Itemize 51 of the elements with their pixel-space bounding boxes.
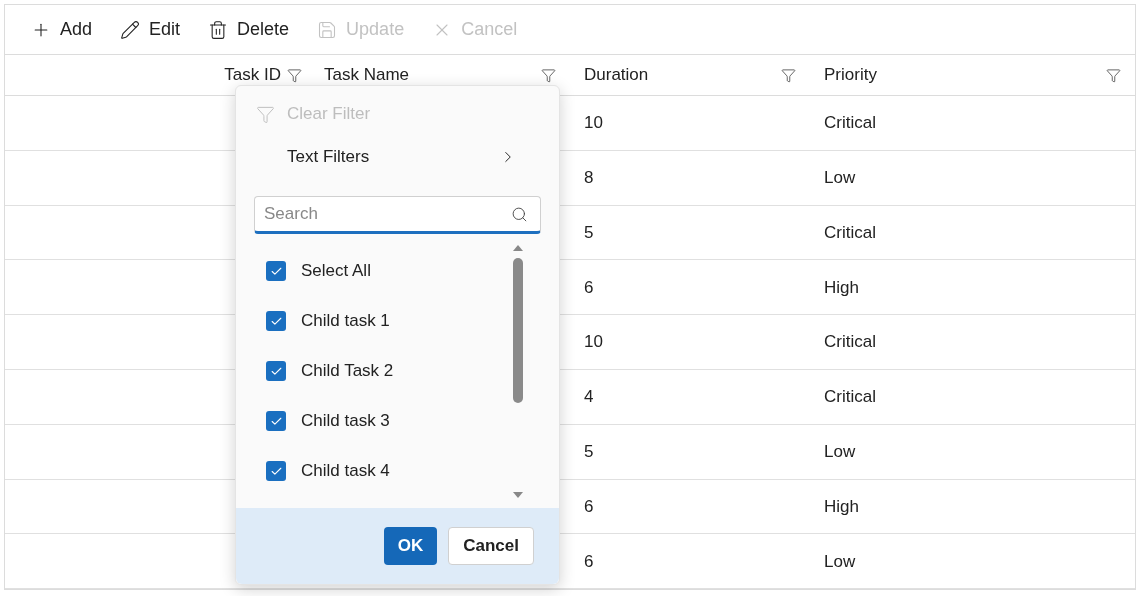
table-cell-text: 6 xyxy=(584,276,594,299)
filter-icon[interactable] xyxy=(541,67,556,83)
checkbox-item[interactable]: Child task 4 xyxy=(266,446,511,496)
filter-icon[interactable] xyxy=(781,67,796,83)
toolbar-button[interactable]: Delete xyxy=(208,16,290,43)
checkbox-item[interactable]: Child task 1 xyxy=(266,296,511,346)
checkbox-item[interactable]: Child task 3 xyxy=(266,396,511,446)
save-icon xyxy=(317,19,338,40)
checkbox[interactable] xyxy=(266,311,286,331)
scrollbar[interactable] xyxy=(511,244,525,499)
table-cell-text: Critical xyxy=(824,331,876,354)
column-header[interactable]: Priority xyxy=(824,62,877,88)
filter-icon xyxy=(256,104,275,124)
table-cell-text: High xyxy=(824,276,859,299)
table-cell-text: 5 xyxy=(584,440,594,463)
scroll-up-icon[interactable] xyxy=(512,244,524,252)
table-cell-text: 8 xyxy=(584,166,594,189)
toolbar-button[interactable]: Edit xyxy=(120,16,181,43)
trash-icon xyxy=(208,19,229,40)
filter-icon[interactable] xyxy=(287,67,302,83)
checkbox-item[interactable]: Select All xyxy=(266,246,511,296)
table-cell-text: 6 xyxy=(584,495,594,518)
column-header[interactable]: Task ID xyxy=(224,62,281,88)
cancel-button[interactable]: Cancel xyxy=(448,527,534,565)
table-cell-text: 10 xyxy=(584,331,603,354)
column-header[interactable]: Duration xyxy=(584,62,649,88)
table-cell-text: Critical xyxy=(824,386,876,409)
ok-button[interactable]: OK xyxy=(383,527,438,565)
table-cell-text: Low xyxy=(824,440,856,463)
checkbox-item[interactable]: Child Task 2 xyxy=(266,346,511,396)
table-cell-text: 4 xyxy=(584,386,594,409)
pencil-icon xyxy=(120,19,141,40)
filter-icon[interactable] xyxy=(1106,67,1121,83)
checkbox[interactable] xyxy=(266,361,286,381)
toolbar-button[interactable]: Add xyxy=(31,16,93,43)
text-filters-item[interactable]: Text Filters xyxy=(236,138,559,176)
table-cell-text: Low xyxy=(824,550,856,573)
scroll-down-icon[interactable] xyxy=(512,491,524,499)
checkbox[interactable] xyxy=(266,461,286,481)
table-cell-text: Critical xyxy=(824,221,876,244)
table-cell-text: Critical xyxy=(824,112,876,135)
table-cell-text: 6 xyxy=(584,550,594,573)
table-cell-text: High xyxy=(824,495,859,518)
search-field[interactable]: Search xyxy=(254,196,541,234)
column-header[interactable]: Task Name xyxy=(324,62,410,88)
table-cell-text: Low xyxy=(824,166,856,189)
checkbox[interactable] xyxy=(266,261,286,281)
table-cell-text: 10 xyxy=(584,112,603,135)
table-cell-text: 5 xyxy=(584,221,594,244)
checkbox[interactable] xyxy=(266,411,286,431)
search-icon xyxy=(511,206,528,223)
